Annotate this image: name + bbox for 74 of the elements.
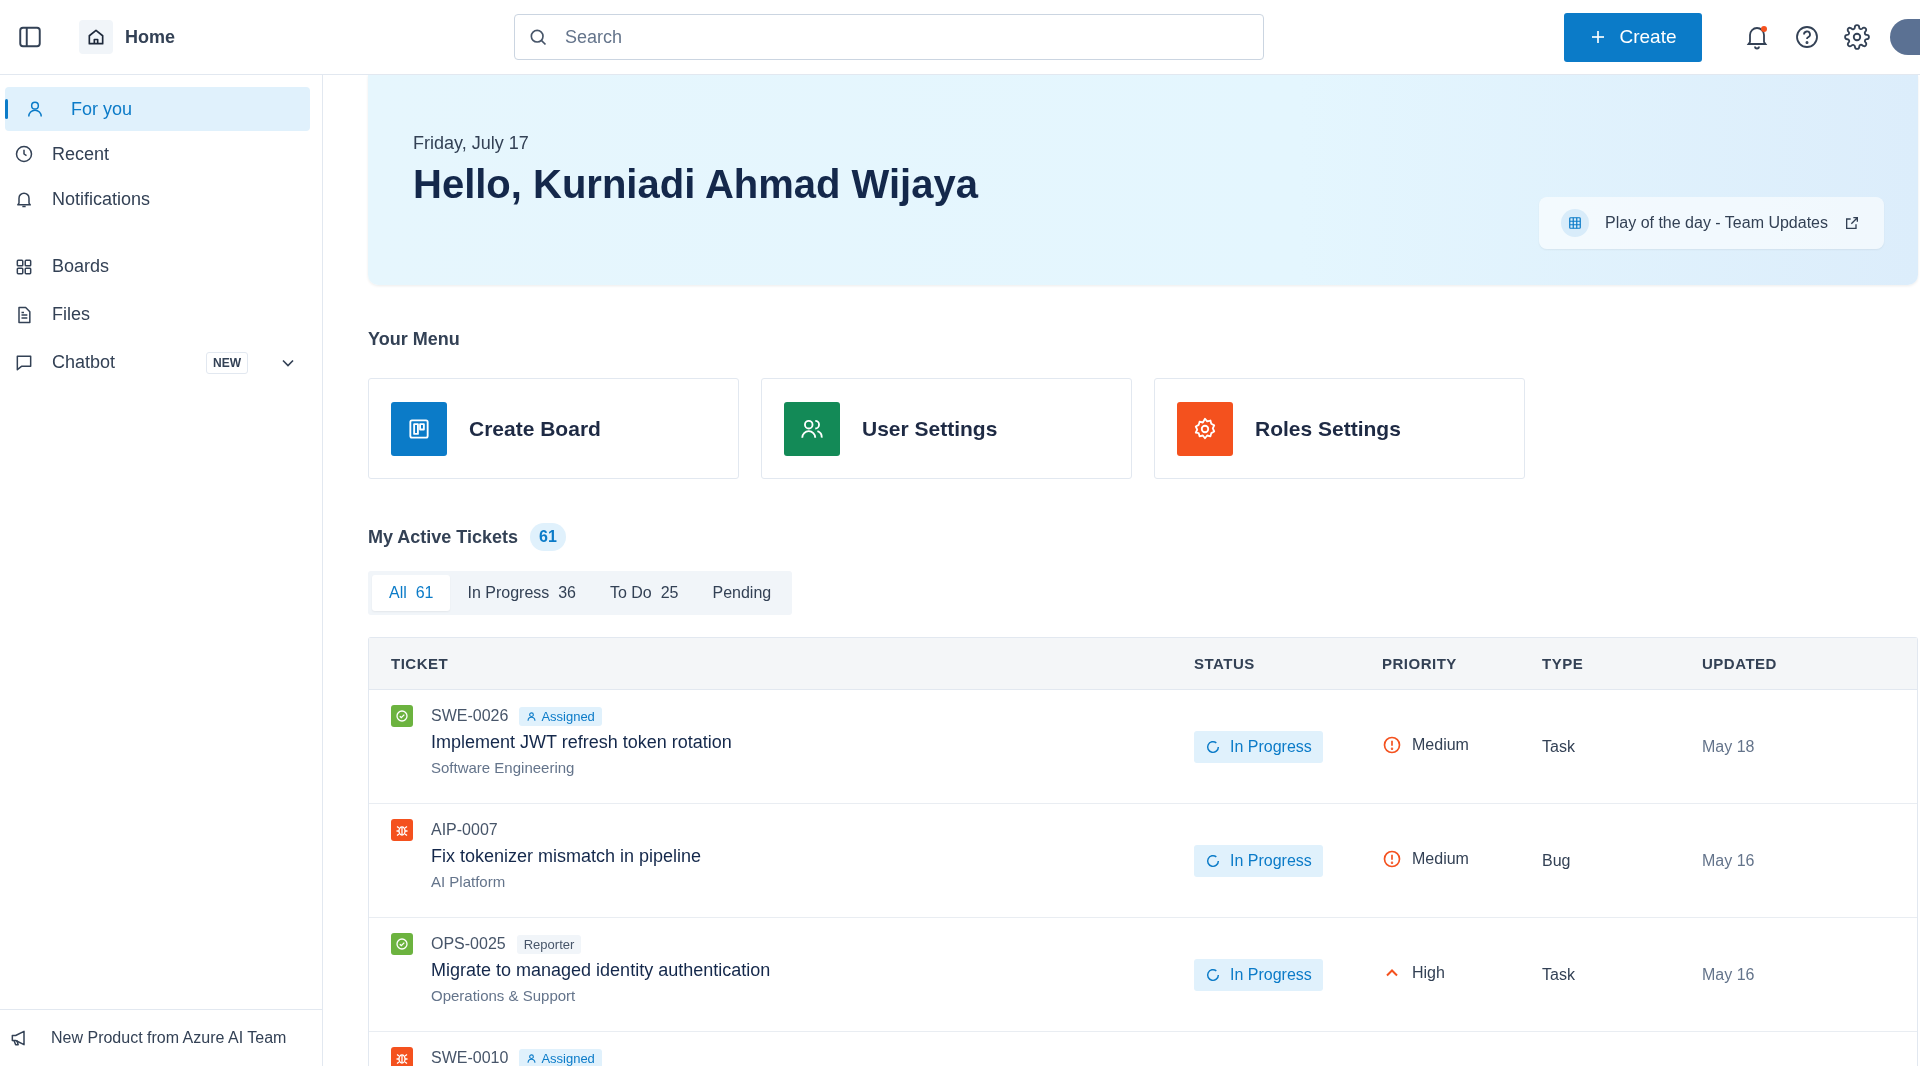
home-icon[interactable] xyxy=(79,20,113,54)
person-icon xyxy=(526,1052,538,1064)
role-tag: Assigned xyxy=(519,706,602,726)
clock-icon xyxy=(14,144,34,164)
column-header: TICKET xyxy=(390,655,450,672)
type-cell: Bug xyxy=(1542,851,1571,869)
filter-tab[interactable]: Pending xyxy=(695,575,789,611)
ticket-id[interactable]: AIP-0007 xyxy=(431,821,498,839)
priority-label: Medium xyxy=(1382,848,1469,869)
greeting: Hello, Kurniadi Ahmad Wijaya xyxy=(413,162,978,207)
sidebar-toggle-icon[interactable] xyxy=(17,24,43,50)
column-header: STATUS xyxy=(1194,655,1256,672)
status-badge: In Progress xyxy=(1194,730,1323,763)
search-field[interactable]: Search xyxy=(514,14,1264,60)
type-cell: Task xyxy=(1542,965,1575,983)
filter-tab[interactable]: To Do 25 xyxy=(592,575,696,611)
updated-cell: May 16 xyxy=(1702,851,1755,869)
announcement-link[interactable]: New Product from Azure AI Team xyxy=(0,1009,322,1066)
status-badge: In Progress xyxy=(1194,844,1323,877)
spinner-icon xyxy=(1205,852,1221,869)
spinner-icon xyxy=(1205,966,1221,983)
menu-card[interactable]: User Settings xyxy=(761,378,1132,479)
status-badge: In Progress xyxy=(1194,958,1323,991)
page-title: Home xyxy=(125,26,175,48)
ticket-title[interactable]: Fix tokenizer mismatch in pipeline xyxy=(431,846,702,867)
section-title: Your Menu xyxy=(368,329,461,350)
sidebar-item[interactable]: For you xyxy=(5,87,310,131)
column-header: TYPE xyxy=(1542,655,1585,672)
warning-icon xyxy=(1382,848,1402,869)
updated-cell: May 18 xyxy=(1702,737,1755,755)
ticket-count: 61 xyxy=(530,523,566,551)
play-of-the-day-link[interactable]: Play of the day - Team Updates xyxy=(1539,197,1884,249)
check-icon xyxy=(391,933,413,955)
sidebar-item[interactable]: Chatbot NEW xyxy=(5,339,310,386)
filter-tab[interactable]: In Progress 36 xyxy=(450,575,593,611)
menu-card[interactable]: Roles Settings xyxy=(1154,378,1525,479)
project-name: Software Engineering xyxy=(431,759,576,776)
sidebar-item[interactable]: Notifications xyxy=(5,177,310,221)
ticket-id[interactable]: SWE-0026 xyxy=(431,707,509,725)
role-tag: Reporter xyxy=(516,934,582,954)
priority-label: Medium xyxy=(1382,734,1469,755)
project-name: AI Platform xyxy=(431,873,507,890)
table-icon xyxy=(1561,209,1590,237)
sidebar-item[interactable]: Files xyxy=(5,291,310,338)
date-label: Friday, July 17 xyxy=(413,133,530,154)
notifications-icon[interactable] xyxy=(1744,24,1770,50)
updated-cell: May 16 xyxy=(1702,965,1755,983)
project-name: Operations & Support xyxy=(431,987,577,1004)
person-icon xyxy=(25,99,45,119)
external-link-icon xyxy=(1844,215,1860,231)
ticket-id[interactable]: OPS-0025 xyxy=(431,935,506,953)
ticket-title[interactable]: Migrate to managed identity authentication xyxy=(431,960,771,981)
filter-tab[interactable]: All 61 xyxy=(372,575,451,611)
check-icon xyxy=(391,705,413,727)
create-button[interactable]: Create xyxy=(1564,12,1702,62)
settings-icon[interactable] xyxy=(1844,24,1870,50)
priority-label: High xyxy=(1382,962,1445,983)
type-cell: Task xyxy=(1542,737,1575,755)
warning-icon xyxy=(1382,734,1402,755)
sidebar-item[interactable]: Boards xyxy=(5,243,310,290)
ticket-title[interactable]: Implement JWT refresh token rotation xyxy=(431,732,732,753)
sidebar-item[interactable]: Recent xyxy=(5,132,310,176)
column-header: UPDATED xyxy=(1702,655,1778,672)
role-tag: Assigned xyxy=(519,1048,602,1066)
section-title: My Active Tickets xyxy=(368,526,519,548)
menu-card[interactable]: Create Board xyxy=(368,378,739,479)
ticket-id[interactable]: SWE-0010 xyxy=(431,1049,509,1066)
spinner-icon xyxy=(1205,738,1221,755)
bug-icon xyxy=(391,819,413,841)
avatar[interactable] xyxy=(1890,19,1920,55)
help-icon[interactable] xyxy=(1794,24,1820,50)
person-icon xyxy=(526,710,538,722)
column-header: PRIORITY xyxy=(1382,655,1458,672)
new-badge: NEW xyxy=(206,351,248,374)
